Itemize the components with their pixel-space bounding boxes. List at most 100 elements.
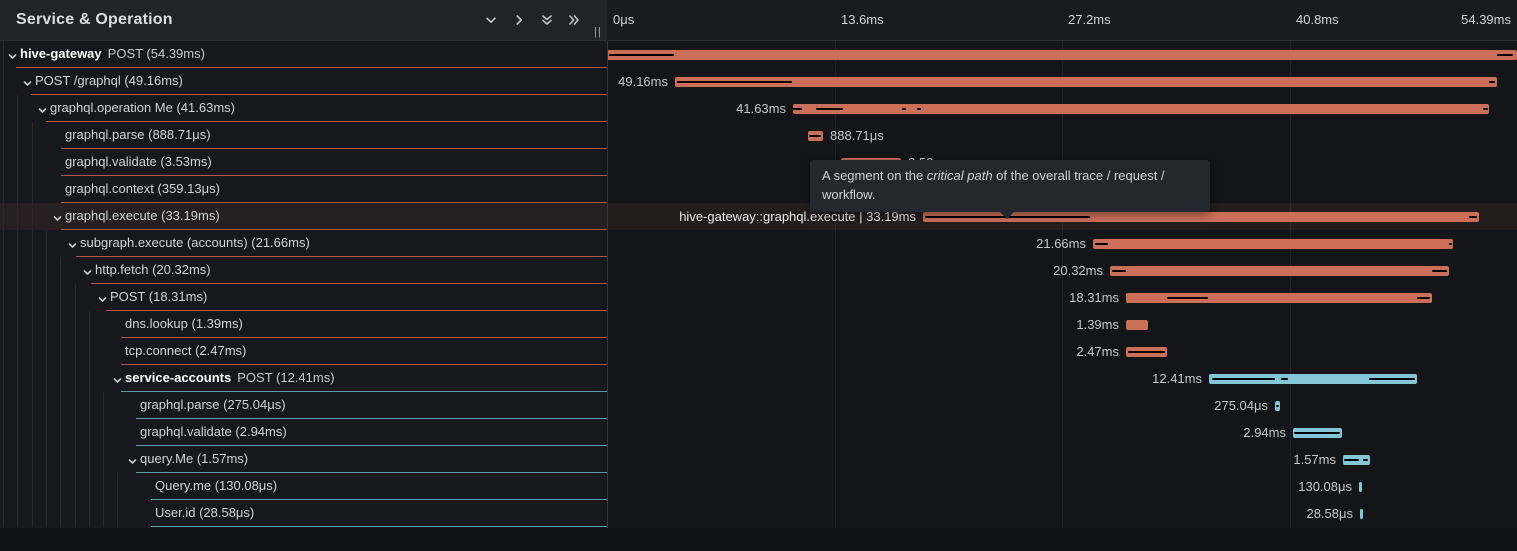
span-row[interactable]: Query.me (130.08μs) 130.08μs <box>0 473 1517 500</box>
indent-guide <box>60 365 61 392</box>
span-row[interactable]: graphql.validate (3.53ms)3.53ms <box>0 149 1517 176</box>
span-bar[interactable] <box>607 50 1517 60</box>
span-bar[interactable] <box>1209 374 1417 384</box>
indent-guide <box>17 257 18 284</box>
span-name: graphql.execute (33.19ms) <box>65 203 220 229</box>
span-row[interactable]: graphql.parse (275.04μs)275.04μs <box>0 392 1517 419</box>
span-name: graphql.parse (888.71μs) <box>65 122 211 148</box>
chevrons-down-icon[interactable] <box>538 11 556 29</box>
tooltip-text-italic: critical path <box>927 168 993 183</box>
span-bar[interactable] <box>1126 320 1148 330</box>
indent-guide <box>46 284 47 311</box>
chevron-down-icon[interactable] <box>82 265 93 276</box>
span-tree-cell[interactable]: graphql.parse (275.04μs) <box>0 392 607 419</box>
span-tree-cell[interactable]: POST (18.31ms) <box>0 284 607 311</box>
indent-guide <box>17 419 18 446</box>
span-bar[interactable] <box>1126 293 1432 303</box>
span-tree-cell[interactable]: graphql.execute (33.19ms) <box>0 203 607 230</box>
indent-guide <box>60 338 61 365</box>
chevron-down-icon[interactable] <box>7 49 18 60</box>
span-bar[interactable] <box>1360 509 1363 519</box>
span-row[interactable]: http.fetch (20.32ms) 20.32ms <box>0 257 1517 284</box>
span-bar[interactable] <box>808 131 823 141</box>
indent-guide <box>3 365 4 392</box>
span-name: tcp.connect (2.47ms) <box>125 338 246 364</box>
span-duration-label: 20.32ms <box>1053 257 1103 284</box>
span-bar[interactable] <box>1275 401 1280 411</box>
indent-guide <box>32 311 33 338</box>
chevron-down-icon[interactable] <box>22 76 33 87</box>
span-tree-cell[interactable]: graphql.validate (2.94ms) <box>0 419 607 446</box>
span-tree-cell[interactable]: User.id (28.58μs) <box>0 500 607 527</box>
panel-resize-handle[interactable]: || <box>591 25 605 39</box>
span-tree-cell[interactable]: graphql.operation Me (41.63ms) <box>0 95 607 122</box>
span-tree-cell[interactable]: POST /graphql (49.16ms) <box>0 68 607 95</box>
trace-waterfall-view: Service & Operation || 0μs13.6ms27.2ms40… <box>0 0 1517 551</box>
span-tree-cell[interactable]: subgraph.execute (accounts) (21.66ms) <box>0 230 607 257</box>
span-tree-cell[interactable]: Query.me (130.08μs) <box>0 473 607 500</box>
span-bar[interactable] <box>1359 482 1362 492</box>
chevrons-right-icon[interactable] <box>565 11 583 29</box>
critical-path-segment <box>902 108 906 110</box>
span-row[interactable]: graphql.operation Me (41.63ms)41.63ms <box>0 95 1517 122</box>
header-divider <box>0 40 1517 41</box>
span-bar[interactable] <box>1293 428 1342 438</box>
span-row[interactable]: graphql.parse (888.71μs)888.71μs <box>0 122 1517 149</box>
span-bar[interactable] <box>675 77 1497 87</box>
span-tree-cell[interactable]: graphql.parse (888.71μs) <box>0 122 607 149</box>
span-name: User.id (28.58μs) <box>155 500 254 526</box>
span-duration-label: 130.08μs <box>1298 473 1352 500</box>
tree-header: Service & Operation || <box>0 0 607 41</box>
span-name: POST (18.31ms) <box>110 284 207 310</box>
span-tree-cell[interactable]: http.fetch (20.32ms) <box>0 257 607 284</box>
span-rows: hive-gatewayPOST (54.39ms)POST /graphql … <box>0 41 1517 527</box>
span-row[interactable]: query.Me (1.57ms)1.57ms <box>0 446 1517 473</box>
indent-guide <box>75 446 76 473</box>
chevron-down-icon[interactable] <box>67 238 78 249</box>
span-bar[interactable] <box>1093 239 1453 249</box>
span-bar[interactable] <box>1343 455 1370 465</box>
span-tree-cell[interactable]: dns.lookup (1.39ms) <box>0 311 607 338</box>
indent-guide <box>75 500 76 527</box>
critical-path-segment <box>1112 270 1126 272</box>
span-tree-cell[interactable]: graphql.context (359.13μs) <box>0 176 607 203</box>
chevron-down-icon[interactable] <box>97 292 108 303</box>
indent-guide <box>32 230 33 257</box>
chevron-down-icon[interactable] <box>112 373 123 384</box>
span-bar[interactable] <box>1126 347 1167 357</box>
span-tree-cell[interactable]: tcp.connect (2.47ms) <box>0 338 607 365</box>
chevron-down-icon[interactable] <box>482 11 500 29</box>
span-tree-cell[interactable]: query.Me (1.57ms) <box>0 446 607 473</box>
span-bar[interactable] <box>1110 266 1449 276</box>
span-row[interactable]: POST /graphql (49.16ms)49.16ms <box>0 68 1517 95</box>
chevron-down-icon[interactable] <box>127 454 138 465</box>
indent-guide <box>32 149 33 176</box>
span-tree-cell[interactable]: service-accountsPOST (12.41ms) <box>0 365 607 392</box>
chevron-down-icon[interactable] <box>37 103 48 114</box>
span-duration-label: 2.94ms <box>1243 419 1286 446</box>
span-row[interactable]: dns.lookup (1.39ms)1.39ms <box>0 311 1517 338</box>
span-tree-cell[interactable]: hive-gatewayPOST (54.39ms) <box>0 41 607 68</box>
chevron-down-icon[interactable] <box>52 211 63 222</box>
indent-guide <box>89 473 90 500</box>
span-row[interactable]: tcp.connect (2.47ms)2.47ms <box>0 338 1517 365</box>
indent-guide <box>46 500 47 527</box>
span-row[interactable]: POST (18.31ms)18.31ms <box>0 284 1517 311</box>
indent-guide <box>3 257 4 284</box>
indent-guide <box>75 365 76 392</box>
span-row[interactable]: graphql.execute (33.19ms)hive-gateway::g… <box>0 203 1517 230</box>
span-row[interactable]: graphql.context (359.13μs)359.13μs <box>0 176 1517 203</box>
span-row[interactable]: subgraph.execute (accounts) (21.66ms)21.… <box>0 230 1517 257</box>
span-row[interactable]: hive-gatewayPOST (54.39ms) <box>0 41 1517 68</box>
span-row[interactable]: graphql.validate (2.94ms) 2.94ms <box>0 419 1517 446</box>
indent-guide <box>32 446 33 473</box>
span-bar[interactable] <box>793 104 1489 114</box>
indent-guide <box>3 284 4 311</box>
indent-guide <box>60 257 61 284</box>
panel-divider[interactable] <box>607 0 608 528</box>
span-row[interactable]: service-accountsPOST (12.41ms)12.41ms <box>0 365 1517 392</box>
span-tree-cell[interactable]: graphql.validate (3.53ms) <box>0 149 607 176</box>
span-row[interactable]: User.id (28.58μs)28.58μs <box>0 500 1517 527</box>
critical-path-segment <box>677 81 792 83</box>
chevron-right-icon[interactable] <box>510 11 528 29</box>
